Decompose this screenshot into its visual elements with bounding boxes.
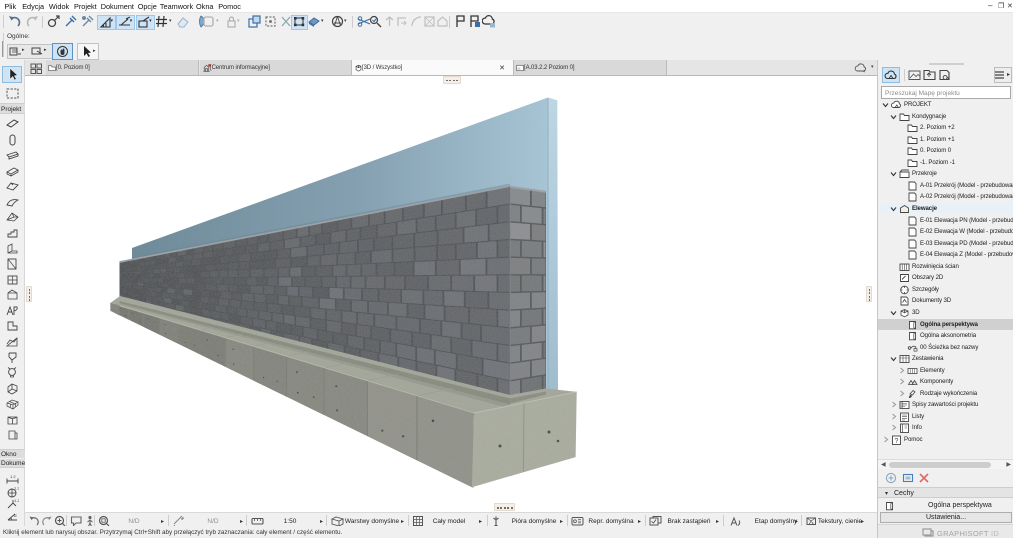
svg-text:1.2: 1.2 [10,474,16,479]
svg-text:?: ? [895,438,899,445]
svg-text:1.2: 1.2 [14,498,19,503]
svg-text:1.2: 1.2 [14,486,19,491]
svg-text:α: α [14,513,17,518]
